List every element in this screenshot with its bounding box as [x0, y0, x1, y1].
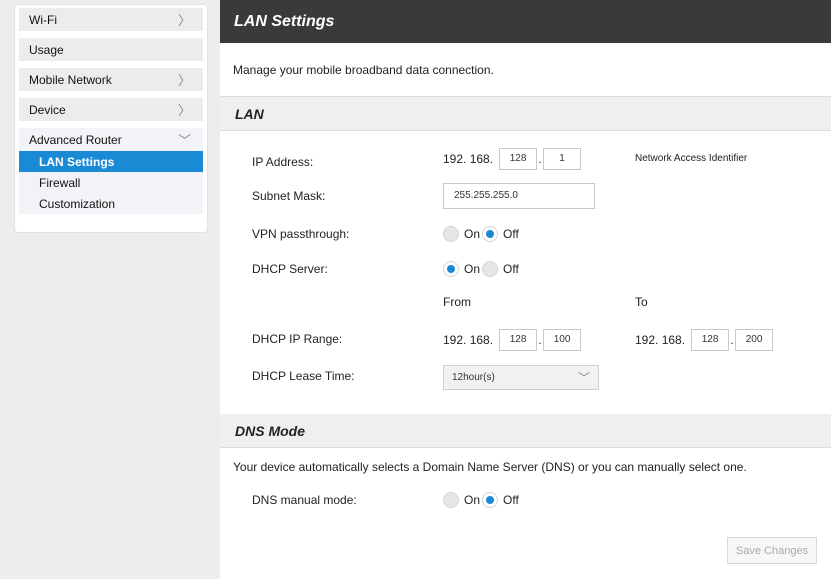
ip-prefix: 192. 168. [443, 152, 494, 166]
dhcp-range-to-field: 192. 168. 128 . 200 [635, 329, 774, 351]
sidebar-item-label: Mobile Network [29, 72, 112, 87]
range-to-octet4-input[interactable]: 200 [735, 329, 774, 351]
vpn-off-label: Off [503, 227, 519, 241]
chevron-right-icon: 〉 [177, 13, 191, 28]
sidebar-item-device[interactable]: Device 〉 [19, 98, 203, 121]
sidebar: Wi-Fi 〉 Usage Mobile Network 〉 Device 〉 … [14, 4, 208, 233]
dhcp-server-radio-group: On Off [443, 261, 521, 277]
vpn-passthrough-label: VPN passthrough: [252, 227, 350, 241]
sidebar-item-label: Device [29, 102, 66, 117]
dhcp-range-from-field: 192. 168. 128 . 100 [443, 329, 582, 351]
sidebar-item-label: Usage [29, 42, 64, 57]
sidebar-subitem-customization[interactable]: Customization [19, 193, 203, 214]
vpn-passthrough-radio-group: On Off [443, 226, 521, 242]
ip-address-label: IP Address: [252, 155, 314, 169]
ip-octet3-input[interactable]: 128 [499, 148, 538, 170]
dhcp-off-label: Off [503, 262, 519, 276]
dns-off-radio[interactable] [482, 492, 499, 508]
sidebar-item-wifi[interactable]: Wi-Fi 〉 [19, 8, 203, 31]
vpn-on-label: On [464, 227, 481, 241]
sidebar-item-advanced-router[interactable]: Advanced Router ﹀ [19, 128, 203, 151]
vpn-off-radio[interactable] [482, 226, 499, 242]
dns-manual-row: DNS manual mode: On Off [220, 486, 831, 526]
sidebar-item-label: Advanced Router [29, 132, 122, 147]
network-access-identifier-label: Network Access Identifier [635, 153, 748, 164]
chevron-down-icon: ﹀ [177, 133, 191, 148]
subnet-mask-label: Subnet Mask: [252, 189, 326, 203]
chevron-right-icon: 〉 [177, 73, 191, 88]
lease-time-select[interactable]: 12hour(s) ﹀ [443, 365, 599, 390]
page-intro: Manage your mobile broadband data connec… [220, 43, 831, 97]
ip-prefix: 192. 168. [443, 333, 494, 347]
range-to-header: To [635, 295, 648, 309]
ip-prefix: 192. 168. [635, 333, 686, 347]
section-title-dns-mode: DNS Mode [220, 414, 831, 448]
ip-octet4-input[interactable]: 1 [543, 148, 582, 170]
range-to-octet3-input[interactable]: 128 [691, 329, 730, 351]
dhcp-on-label: On [464, 262, 481, 276]
dns-description: Your device automatically selects a Doma… [233, 460, 747, 474]
dns-on-radio[interactable] [443, 492, 459, 508]
page-title: LAN Settings [220, 0, 831, 43]
chevron-down-icon: ﹀ [577, 371, 590, 385]
sidebar-subitem-lan-settings[interactable]: LAN Settings [19, 151, 203, 172]
lan-section: IP Address: 192. 168. 128 . 1 Network Ac… [220, 131, 831, 414]
main-panel: LAN Settings Manage your mobile broadban… [220, 0, 831, 579]
dns-on-label: On [464, 493, 481, 507]
chevron-right-icon: 〉 [177, 103, 191, 118]
dhcp-server-label: DHCP Server: [252, 262, 328, 276]
dhcp-lease-time-label: DHCP Lease Time: [252, 369, 355, 383]
ip-address-field: 192. 168. 128 . 1 [443, 148, 582, 170]
sidebar-subitem-firewall[interactable]: Firewall [19, 172, 203, 193]
sidebar-item-usage[interactable]: Usage [19, 38, 203, 61]
dns-off-label: Off [503, 493, 519, 507]
sidebar-item-mobile-network[interactable]: Mobile Network 〉 [19, 68, 203, 91]
range-from-header: From [443, 295, 471, 309]
dhcp-on-radio[interactable] [443, 261, 459, 277]
dns-manual-mode-label: DNS manual mode: [252, 493, 357, 507]
range-from-octet3-input[interactable]: 128 [499, 329, 538, 351]
save-changes-button[interactable]: Save Changes [727, 537, 817, 564]
range-from-octet4-input[interactable]: 100 [543, 329, 582, 351]
dhcp-off-radio[interactable] [482, 261, 499, 277]
lease-time-value: 12hour(s) [452, 372, 495, 383]
dns-manual-radio-group: On Off [443, 492, 521, 508]
section-title-lan: LAN [220, 97, 831, 131]
vpn-on-radio[interactable] [443, 226, 459, 242]
sidebar-item-label: Wi-Fi [29, 12, 57, 27]
subnet-mask-input[interactable]: 255.255.255.0 [443, 183, 595, 209]
dhcp-ip-range-label: DHCP IP Range: [252, 332, 343, 346]
sidebar-group-advanced-router: Advanced Router ﹀ LAN Settings Firewall … [19, 128, 203, 214]
